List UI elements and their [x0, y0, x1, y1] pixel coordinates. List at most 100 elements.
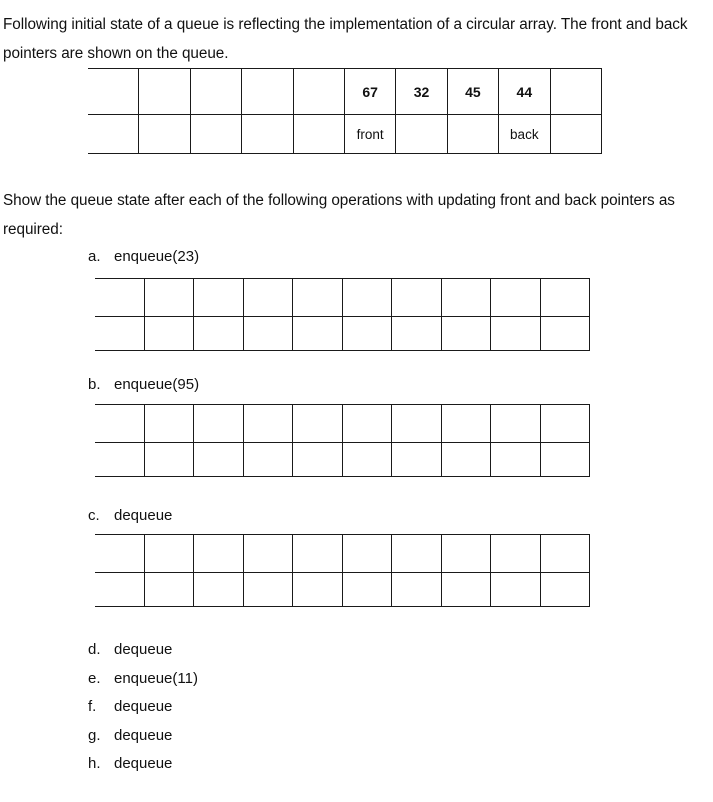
answer-a-pointer-cell-8[interactable] [490, 316, 541, 351]
operation-marker-b: b. [88, 376, 101, 393]
answer-c-pointer-cell-7[interactable] [440, 572, 491, 607]
initial-queue-pointer-cell-4 [292, 114, 345, 154]
answer-b-pointer-cell-4[interactable] [292, 442, 343, 477]
answer-c-value-cell-7[interactable] [440, 534, 491, 573]
initial-queue-pointer-cell-9 [549, 114, 602, 154]
operation-label-h: dequeue [114, 755, 173, 773]
answer-c-pointer-cell-5[interactable] [341, 572, 392, 607]
initial-queue-value-cell-2 [189, 68, 243, 115]
answer-c-pointer-cell-2[interactable] [193, 572, 244, 607]
answer-a-pointer-cell-6[interactable] [391, 316, 442, 351]
answer-queue-table-b[interactable] [95, 404, 590, 477]
answer-b-value-cell-6[interactable] [391, 404, 442, 443]
answer-a-value-cell-0[interactable] [95, 278, 145, 317]
initial-queue-value-cell-6: 32 [395, 68, 448, 115]
operation-item-e: e. enqueue(11) [88, 665, 388, 694]
answer-b-pointer-cell-0[interactable] [95, 442, 145, 477]
answer-a-value-cell-9[interactable] [539, 278, 590, 317]
answer-b-value-cell-2[interactable] [193, 404, 244, 443]
answer-c-value-cell-2[interactable] [193, 534, 244, 573]
answer-b-pointer-cell-8[interactable] [490, 442, 541, 477]
answer-a-pointer-cell-3[interactable] [242, 316, 293, 351]
operation-heading-a: a. enqueue(23) [88, 247, 199, 267]
answer-c-pointer-cell-6[interactable] [391, 572, 442, 607]
answer-a-value-cell-1[interactable] [143, 278, 194, 317]
answer-a-pointer-cell-7[interactable] [440, 316, 491, 351]
answer-c-pointer-cell-4[interactable] [292, 572, 343, 607]
answer-c-pointer-cell-0[interactable] [95, 572, 145, 607]
intro-paragraph: Following initial state of a queue is re… [3, 16, 692, 62]
answer-a-value-cell-3[interactable] [242, 278, 293, 317]
answer-b-values-row [95, 404, 590, 443]
answer-b-value-cell-8[interactable] [490, 404, 541, 443]
answer-b-pointer-cell-2[interactable] [193, 442, 244, 477]
answer-a-pointer-cell-0[interactable] [95, 316, 145, 351]
answer-a-pointer-cell-2[interactable] [193, 316, 244, 351]
answer-a-pointers-row [95, 316, 590, 351]
answer-a-pointer-cell-4[interactable] [292, 316, 343, 351]
instruction-paragraph: Show the queue state after each of the f… [3, 192, 680, 238]
initial-queue-pointer-cell-6 [395, 114, 448, 154]
operation-item-g: g. dequeue [88, 722, 388, 751]
initial-queue-pointer-cell-1 [138, 114, 191, 154]
answer-c-value-cell-9[interactable] [539, 534, 590, 573]
answer-queue-table-c[interactable] [95, 534, 590, 607]
initial-queue-values-row: 67 32 45 44 [88, 68, 602, 115]
answer-b-pointer-cell-5[interactable] [341, 442, 392, 477]
answer-queue-table-a[interactable] [95, 278, 590, 351]
operation-marker-h: h. [88, 755, 101, 773]
operation-marker-g: g. [88, 726, 101, 744]
answer-a-pointer-cell-1[interactable] [143, 316, 194, 351]
answer-b-value-cell-0[interactable] [95, 404, 145, 443]
answer-b-pointer-cell-6[interactable] [391, 442, 442, 477]
answer-a-value-cell-8[interactable] [490, 278, 541, 317]
answer-c-pointer-cell-8[interactable] [490, 572, 541, 607]
answer-c-pointers-row [95, 572, 590, 607]
answer-b-pointers-row [95, 442, 590, 477]
answer-a-value-cell-4[interactable] [292, 278, 343, 317]
answer-a-pointer-cell-5[interactable] [341, 316, 392, 351]
answer-b-value-cell-3[interactable] [242, 404, 293, 443]
answer-a-value-cell-5[interactable] [341, 278, 392, 317]
answer-c-value-cell-3[interactable] [242, 534, 293, 573]
answer-a-pointer-cell-9[interactable] [539, 316, 590, 351]
answer-c-value-cell-0[interactable] [95, 534, 145, 573]
answer-b-value-cell-7[interactable] [440, 404, 491, 443]
initial-queue-value-cell-8: 44 [498, 68, 551, 115]
answer-b-value-cell-1[interactable] [143, 404, 194, 443]
answer-c-value-cell-8[interactable] [490, 534, 541, 573]
operation-item-f: f. dequeue [88, 693, 388, 722]
answer-b-pointer-cell-7[interactable] [440, 442, 491, 477]
answer-b-value-cell-5[interactable] [341, 404, 392, 443]
answer-c-pointer-cell-1[interactable] [143, 572, 194, 607]
initial-queue-pointer-cell-3 [241, 114, 294, 154]
initial-queue-value-cell-9 [549, 68, 602, 115]
answer-b-pointer-cell-9[interactable] [539, 442, 590, 477]
worksheet-page: Following initial state of a queue is re… [0, 0, 713, 802]
answer-b-pointer-cell-3[interactable] [242, 442, 293, 477]
initial-queue-pointer-cell-back: back [498, 114, 551, 154]
operation-item-d: d. dequeue [88, 636, 388, 665]
operation-marker-f: f. [88, 698, 97, 716]
answer-a-value-cell-2[interactable] [193, 278, 244, 317]
answer-b-pointer-cell-1[interactable] [143, 442, 194, 477]
answer-c-pointer-cell-3[interactable] [242, 572, 293, 607]
answer-b-value-cell-4[interactable] [292, 404, 343, 443]
operation-label-c: dequeue [114, 507, 173, 524]
answer-c-value-cell-6[interactable] [391, 534, 442, 573]
answer-a-value-cell-7[interactable] [440, 278, 491, 317]
initial-queue-table: 67 32 45 44 front back [88, 68, 602, 154]
operation-item-h: h. dequeue [88, 750, 388, 779]
operation-label-a: enqueue(23) [114, 248, 200, 265]
answer-c-value-cell-1[interactable] [143, 534, 194, 573]
answer-c-value-cell-4[interactable] [292, 534, 343, 573]
initial-queue-value-cell-3 [241, 68, 294, 115]
initial-queue-pointer-cell-front: front [343, 114, 397, 154]
answer-a-value-cell-6[interactable] [391, 278, 442, 317]
initial-queue-value-cell-1 [138, 68, 191, 115]
answer-c-value-cell-5[interactable] [341, 534, 392, 573]
answer-c-pointer-cell-9[interactable] [539, 572, 590, 607]
initial-queue-value-cell-7: 45 [446, 68, 500, 115]
answer-b-value-cell-9[interactable] [539, 404, 590, 443]
initial-queue-value-cell-0 [88, 68, 140, 115]
